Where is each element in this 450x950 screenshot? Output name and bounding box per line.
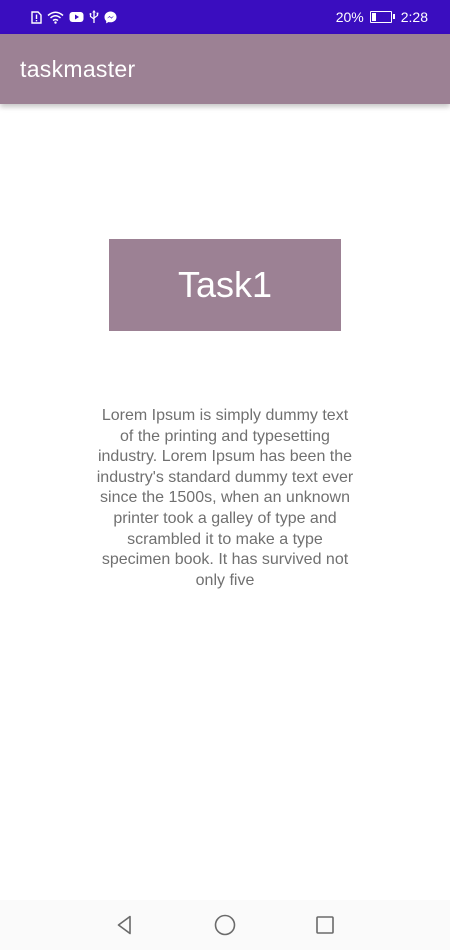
charging-bolt-icon: ⚡	[377, 11, 384, 22]
app-bar: taskmaster	[0, 34, 450, 104]
navigation-bar	[0, 900, 450, 950]
home-icon	[214, 914, 236, 936]
battery-level	[371, 13, 376, 21]
sim-alert-icon	[31, 10, 42, 24]
app-title: taskmaster	[20, 55, 136, 82]
battery-icon: ⚡	[369, 11, 395, 23]
usb-icon	[89, 10, 99, 24]
youtube-icon	[69, 11, 84, 23]
status-bar: 20% ⚡ 2:28	[0, 0, 450, 34]
task-button[interactable]: Task1	[109, 239, 341, 331]
recents-button[interactable]	[311, 911, 339, 939]
status-right: 20% ⚡ 2:28	[336, 9, 428, 25]
task-description: Lorem Ipsum is simply dummy text of the …	[96, 407, 354, 589]
home-button[interactable]	[211, 911, 239, 939]
back-button[interactable]	[111, 911, 139, 939]
status-icons	[31, 10, 117, 24]
battery-percent: 20%	[335, 9, 364, 25]
status-time: 2:28	[400, 9, 428, 25]
messenger-icon	[104, 11, 117, 24]
wifi-icon	[47, 11, 64, 24]
recents-icon	[316, 916, 334, 934]
back-icon	[117, 915, 131, 935]
